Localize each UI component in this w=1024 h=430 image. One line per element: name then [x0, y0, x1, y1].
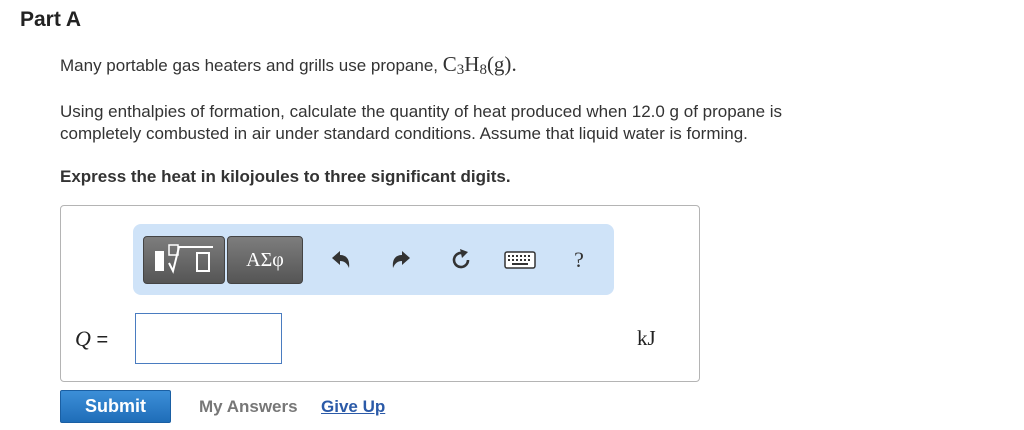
- submit-button[interactable]: Submit: [60, 390, 171, 423]
- instruction-text: Express the heat in kilojoules to three …: [60, 167, 511, 186]
- give-up-link[interactable]: Give Up: [321, 397, 385, 417]
- math-toolbar: ΑΣφ ?: [133, 224, 614, 295]
- help-button[interactable]: ?: [565, 246, 593, 274]
- symbols-button[interactable]: ΑΣφ: [227, 236, 303, 284]
- propane-formula: C3H8(g).: [442, 52, 517, 78]
- redo-button[interactable]: [387, 246, 415, 274]
- question-text: Using enthalpies of formation, calculate…: [60, 101, 960, 145]
- answer-input[interactable]: [135, 313, 282, 364]
- reset-icon: [452, 249, 470, 269]
- unit-label: kJ: [637, 326, 656, 350]
- part-title: Part A: [20, 8, 82, 31]
- redo-icon: [392, 251, 410, 268]
- keyboard-icon: [504, 251, 536, 269]
- answer-box: ΑΣφ ? Q = kJ: [60, 205, 700, 382]
- answer-variable-label: Q =: [75, 326, 109, 351]
- undo-icon: [332, 251, 350, 268]
- template-icon: [155, 244, 213, 274]
- intro-sentence: Many portable gas heaters and grills use…: [60, 56, 439, 75]
- templates-button[interactable]: [143, 236, 225, 284]
- question-line-2: completely combusted in air under standa…: [60, 124, 748, 143]
- reset-button[interactable]: [447, 246, 475, 274]
- keyboard-button[interactable]: [503, 246, 537, 274]
- question-line-1: Using enthalpies of formation, calculate…: [60, 102, 783, 121]
- my-answers-link[interactable]: My Answers: [199, 397, 298, 417]
- intro-text: Many portable gas heaters and grills use…: [60, 52, 517, 79]
- undo-button[interactable]: [327, 246, 355, 274]
